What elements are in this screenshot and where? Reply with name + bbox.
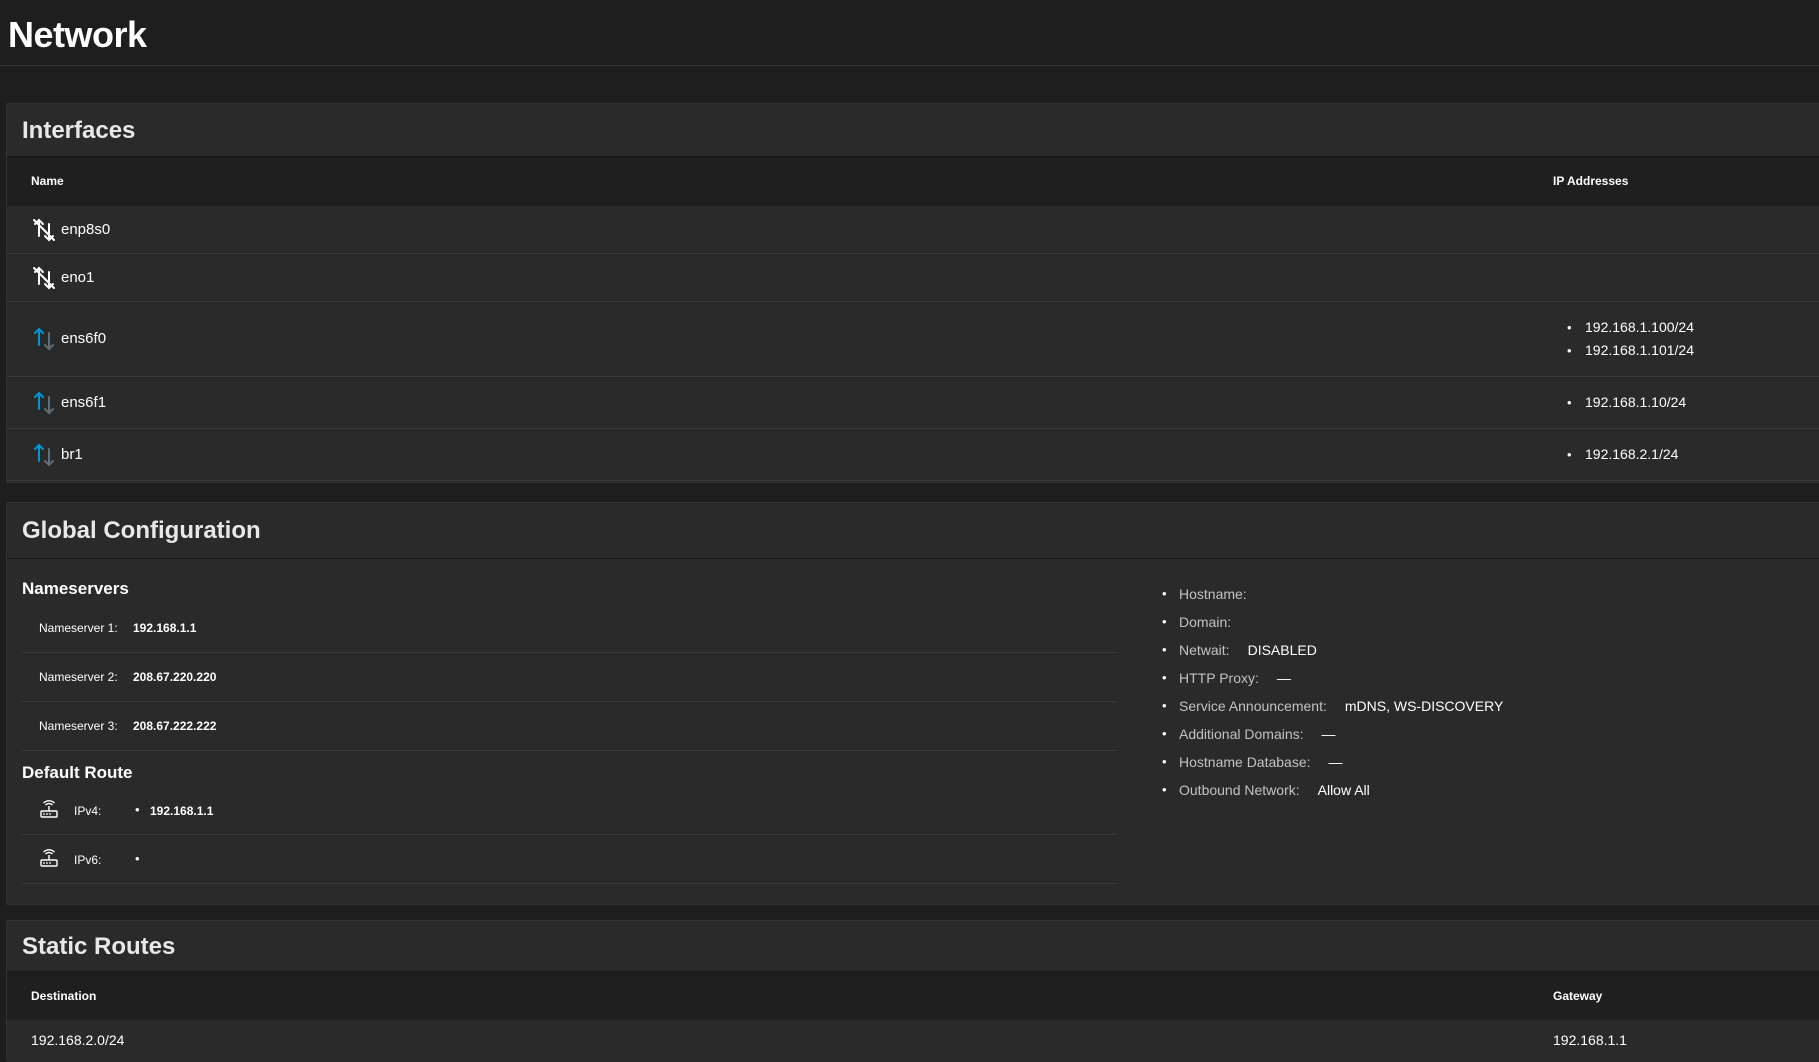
setting-value: — (1328, 754, 1343, 770)
list-bullet: • (135, 802, 140, 817)
setting-additional-domains: Additional Domains: — (1160, 720, 1503, 748)
setting-label: Hostname Database: (1179, 754, 1311, 770)
global-configuration-divider (7, 558, 1819, 559)
static-route-row[interactable]: 192.168.2.0/24 192.168.1.1 (7, 1020, 1819, 1062)
nameservers-title: Nameservers (22, 579, 129, 598)
static-routes-card: Static Routes Destination Gateway 192.16… (6, 920, 1819, 1062)
interface-name: ens6f1 (61, 394, 107, 411)
interfaces-card: Interfaces Name IP Addresses enp8s0 eno1 (6, 103, 1819, 483)
column-header-ip-addresses[interactable]: IP Addresses (1553, 174, 1628, 188)
setting-value: Allow All (1317, 782, 1370, 798)
setting-domain: Domain: (1160, 608, 1503, 636)
setting-netwait: Netwait: DISABLED (1160, 636, 1503, 664)
interfaces-title: Interfaces (22, 117, 136, 144)
default-route-ipv4-row: IPv4: • 192.168.1.1 (22, 786, 1117, 835)
interface-row-enp8s0[interactable]: enp8s0 (7, 206, 1819, 254)
ip-address: 192.168.1.10/24 (1567, 391, 1686, 414)
column-header-name[interactable]: Name (31, 174, 64, 188)
column-header-gateway[interactable]: Gateway (1553, 989, 1602, 1003)
nameserver-value: 208.67.220.220 (133, 670, 217, 684)
ip-address-list: 192.168.1.10/24 (1567, 391, 1686, 414)
global-configuration-card: Global Configuration Nameservers Nameser… (6, 502, 1819, 905)
list-bullet: • (135, 851, 140, 866)
setting-http-proxy: HTTP Proxy: — (1160, 664, 1503, 692)
setting-label: Additional Domains: (1179, 726, 1304, 742)
ip-address-list: 192.168.1.100/24 192.168.1.101/24 (1567, 316, 1694, 362)
setting-value: — (1276, 670, 1291, 686)
setting-value: — (1321, 726, 1336, 742)
router-icon (40, 849, 58, 867)
page-header: Network (0, 0, 1819, 66)
page-title: Network (8, 14, 147, 55)
router-icon (40, 800, 58, 818)
ipv4-value: 192.168.1.1 (150, 804, 214, 818)
nameserver-label: Nameserver 1: (39, 621, 118, 635)
nameserver-value: 192.168.1.1 (133, 621, 197, 635)
setting-label: Outbound Network: (1179, 782, 1300, 798)
setting-value: mDNS, WS-DISCOVERY (1344, 698, 1504, 714)
setting-value: DISABLED (1247, 642, 1317, 658)
interface-row-ens6f0[interactable]: ens6f0 192.168.1.100/24 192.168.1.101/24 (7, 302, 1819, 377)
interfaces-table-header: Name IP Addresses (7, 157, 1819, 206)
interface-row-ens6f1[interactable]: ens6f1 192.168.1.10/24 (7, 377, 1819, 429)
network-activity-icon (34, 327, 54, 351)
setting-label: HTTP Proxy: (1179, 670, 1259, 686)
network-off-icon (33, 266, 55, 290)
column-header-destination[interactable]: Destination (31, 989, 96, 1003)
ipv6-label: IPv6: (74, 853, 102, 867)
interface-name: br1 (61, 446, 83, 463)
interface-row-br1[interactable]: br1 192.168.2.1/24 (7, 429, 1819, 481)
setting-label: Domain: (1179, 614, 1232, 630)
default-route-title: Default Route (22, 763, 133, 782)
setting-label: Service Announcement: (1179, 698, 1327, 714)
network-activity-icon (34, 443, 54, 467)
global-settings-list: Hostname: Domain: Netwait: DISABLED HTTP … (1160, 580, 1503, 804)
setting-label: Netwait: (1179, 642, 1230, 658)
nameserver-label: Nameserver 2: (39, 670, 118, 684)
setting-hostname: Hostname: (1160, 580, 1503, 608)
nameserver-label: Nameserver 3: (39, 719, 118, 733)
setting-outbound-network: Outbound Network: Allow All (1160, 776, 1503, 804)
nameserver-row: Nameserver 1: 192.168.1.1 (22, 604, 1117, 653)
static-route-destination: 192.168.2.0/24 (31, 1032, 125, 1048)
global-configuration-title: Global Configuration (22, 517, 261, 544)
setting-label: Hostname: (1179, 586, 1247, 602)
static-routes-table-header: Destination Gateway (7, 972, 1819, 1020)
nameserver-value: 208.67.222.222 (133, 719, 217, 733)
default-route-ipv6-row: IPv6: • (22, 835, 1117, 884)
setting-hostname-database: Hostname Database: — (1160, 748, 1503, 776)
interface-name: enp8s0 (61, 221, 111, 238)
static-route-gateway: 192.168.1.1 (1553, 1032, 1627, 1048)
network-activity-icon (34, 391, 54, 415)
ip-address: 192.168.1.101/24 (1567, 339, 1694, 362)
static-routes-title: Static Routes (22, 933, 176, 960)
network-off-icon (33, 218, 55, 242)
interface-name: ens6f0 (61, 330, 107, 347)
interface-row-eno1[interactable]: eno1 (7, 254, 1819, 302)
setting-service-announcement: Service Announcement: mDNS, WS-DISCOVERY (1160, 692, 1503, 720)
nameserver-row: Nameserver 2: 208.67.220.220 (22, 653, 1117, 702)
ip-address: 192.168.1.100/24 (1567, 316, 1694, 339)
ip-address: 192.168.2.1/24 (1567, 443, 1678, 466)
interface-name: eno1 (61, 269, 95, 286)
ipv4-label: IPv4: (74, 804, 102, 818)
nameserver-row: Nameserver 3: 208.67.222.222 (22, 702, 1117, 751)
ip-address-list: 192.168.2.1/24 (1567, 443, 1678, 466)
